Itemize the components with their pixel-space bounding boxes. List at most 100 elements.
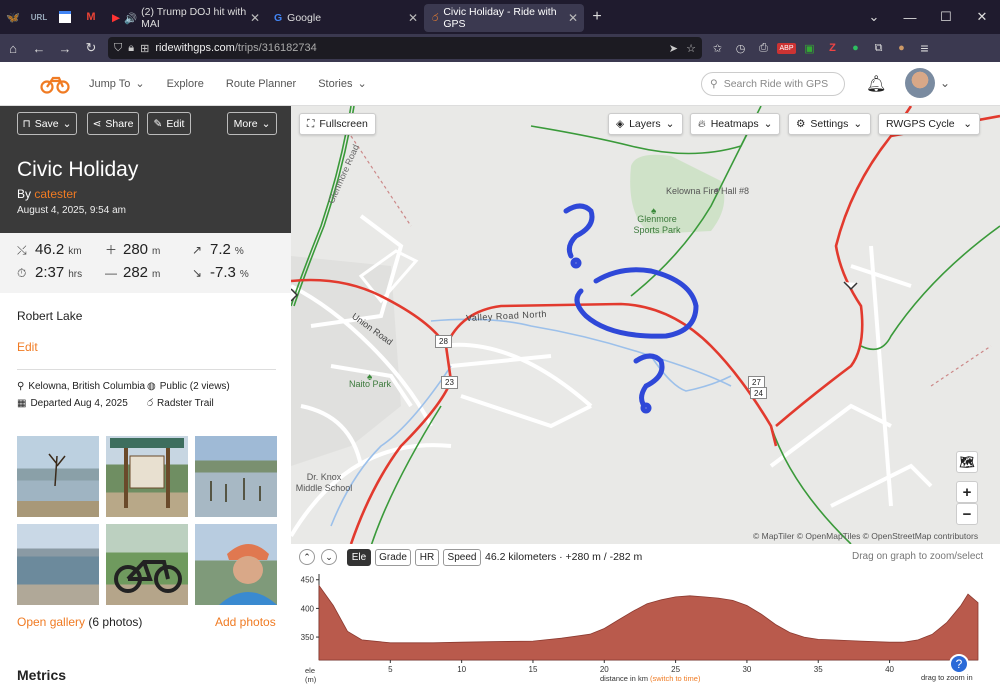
minimize-icon[interactable]: — — [892, 0, 928, 34]
gmail-icon[interactable]: M — [78, 0, 104, 34]
notification-bell-icon[interactable]: 🔔︎ — [866, 74, 886, 94]
stat-distance: ⤯ 46.2 km — [17, 241, 82, 258]
route-marker[interactable]: 24 — [750, 387, 767, 399]
account-chevron-down-icon[interactable]: ⌄ — [940, 76, 950, 90]
author-link[interactable]: catester — [34, 187, 77, 201]
new-tab-button[interactable]: + — [584, 3, 610, 31]
nav-route-planner[interactable]: Route Planner — [226, 78, 296, 90]
route-marker[interactable]: 23 — [441, 376, 458, 389]
share-button[interactable]: ⋖ Share — [87, 112, 139, 135]
save-button[interactable]: ⊓ Save ⌄ — [17, 112, 77, 135]
help-icon[interactable]: ? — [949, 654, 969, 674]
elevation-panel: ⌃ ⌄ Ele Grade HR Speed 46.2 kilometers ·… — [291, 544, 1000, 688]
tab-civic-holiday[interactable]: ර Civic Holiday - Ride with GPS ✕ — [424, 4, 584, 32]
tab-hr[interactable]: HR — [415, 549, 439, 566]
tab-google[interactable]: G Google ✕ — [266, 4, 424, 32]
x-tick-label: 20 — [600, 665, 609, 674]
bookmark-star-icon[interactable]: ☆ — [686, 42, 696, 55]
nav-jump-to[interactable]: Jump To ⌄ — [89, 77, 145, 91]
extension-z-icon[interactable]: Z — [821, 34, 844, 62]
elevation-summary: 46.2 kilometers · +280 m / -282 m — [485, 551, 643, 563]
elevation-area — [318, 584, 979, 661]
add-photos-link[interactable]: Add photos — [215, 615, 276, 629]
photo-thumbnail[interactable] — [195, 524, 277, 605]
switch-to-time-link[interactable]: (switch to time) — [650, 674, 700, 683]
photo-posts — [210, 478, 261, 502]
dashed-trail — [350, 135, 412, 227]
photo-thumbnail[interactable] — [106, 436, 188, 517]
edit-description-link[interactable]: Edit — [17, 340, 38, 354]
browser-nav-bar: ⌂ ← → ↻ ⛉ 🔒︎ ⊞ ridewithgps.com/trips/316… — [0, 34, 1000, 62]
url-icon[interactable]: URL — [26, 0, 52, 34]
expand-down-icon[interactable]: ⌄ — [321, 549, 337, 565]
heatmaps-button[interactable]: 🔥︎ Heatmaps ⌄ — [690, 113, 780, 135]
y-tick-label: 400 — [301, 604, 315, 613]
zoom-in-button[interactable]: + — [956, 481, 978, 503]
photo-thumbnail[interactable] — [17, 524, 99, 605]
route-map[interactable]: ♠ ♠ ● Glenmore Road Kelowna Fire Hall #8… — [291, 106, 1000, 544]
tab-ele[interactable]: Ele — [347, 549, 371, 566]
hand-annotation — [563, 203, 699, 414]
calendar-icon[interactable] — [52, 0, 78, 34]
forward-icon[interactable]: → — [52, 34, 78, 62]
open-gallery-link[interactable]: Open gallery — [17, 615, 85, 629]
page-info-icon: ⊞ — [140, 42, 150, 55]
home-icon[interactable]: ⌂ — [0, 34, 26, 62]
maximize-icon[interactable]: ☐ — [928, 0, 964, 34]
extensions-puzzle-icon[interactable]: ⧉ — [867, 34, 890, 62]
more-button[interactable]: More ⌄ — [227, 112, 277, 135]
close-window-icon[interactable]: ✕ — [964, 0, 1000, 34]
close-tab-icon[interactable]: ✕ — [408, 11, 418, 25]
collapse-up-icon[interactable]: ⌃ — [299, 549, 315, 565]
zoom-out-button[interactable]: − — [956, 503, 978, 525]
history-icon[interactable]: ◷ — [729, 34, 752, 62]
adblock-icon[interactable]: ABP — [775, 34, 798, 62]
map-canvas[interactable]: ♠ ♠ ● — [291, 106, 1000, 544]
youtube-icon: ▶ — [112, 12, 121, 24]
map-label-school: Dr. Knox Middle School — [295, 472, 353, 493]
route-marker[interactable]: 28 — [435, 335, 452, 348]
back-icon[interactable]: ← — [26, 34, 52, 62]
map-pin-icon: ⚲ — [17, 381, 25, 392]
avatar[interactable] — [905, 68, 935, 98]
close-tab-icon[interactable]: ✕ — [250, 11, 260, 25]
bookmark-icon: ⊓ — [22, 117, 31, 130]
rwgps-logo[interactable] — [40, 74, 70, 94]
photo-thumbnail[interactable] — [106, 524, 188, 605]
photo-thumbnail[interactable] — [195, 436, 277, 517]
print-icon[interactable]: ⎙ — [752, 34, 775, 62]
map-style-select[interactable]: RWGPS Cycle ⌄ — [878, 113, 980, 135]
evernote-icon[interactable]: ● — [844, 34, 867, 62]
tab-speed[interactable]: Speed — [443, 549, 481, 566]
reload-icon[interactable]: ↻ — [78, 34, 104, 62]
chevron-down-icon: ⌄ — [261, 117, 271, 130]
extension-green-icon[interactable]: ▣ — [798, 34, 821, 62]
edit-button[interactable]: ✎ Edit — [147, 112, 191, 135]
dashed-trail — [930, 345, 992, 387]
nav-explore[interactable]: Explore — [167, 78, 204, 90]
map-legend-icon[interactable]: 🗺︎ — [956, 451, 978, 473]
x-tick-label: 10 — [457, 665, 466, 674]
elevation-chart[interactable]: 450 400 350 5 10 15 20 25 30 35 40 — [291, 568, 1000, 688]
address-bar[interactable]: ⛉ 🔒︎ ⊞ ridewithgps.com/trips/316182734 ➤… — [108, 37, 702, 59]
nav-stories[interactable]: Stories ⌄ — [318, 77, 366, 91]
tab-list-chevron-icon[interactable]: ⌄ — [856, 0, 892, 34]
x-axis-label: distance in km (switch to time) — [600, 674, 701, 683]
globe-icon: ◍ — [147, 381, 156, 392]
send-icon[interactable]: ➤ — [669, 42, 678, 55]
tab-grade[interactable]: Grade — [375, 549, 411, 566]
lock-icon: 🔒︎ — [128, 41, 135, 54]
photo-thumbnail[interactable] — [17, 436, 99, 517]
layers-button[interactable]: ◈ Layers ⌄ — [608, 113, 683, 135]
photo-selfie — [219, 544, 277, 605]
bluesky-icon[interactable]: 🦋 — [0, 0, 26, 34]
zoom-hint-top: Drag on graph to zoom/select — [852, 551, 984, 562]
site-search-input[interactable]: ⚲ Search Ride with GPS — [701, 72, 845, 96]
settings-button[interactable]: ⚙ Settings ⌄ — [788, 113, 871, 135]
tab-trump-doj[interactable]: ▶ 🔊 (2) Trump DOJ hit with MAI ✕ — [104, 4, 266, 32]
profile-icon[interactable]: ● — [890, 34, 913, 62]
menu-icon[interactable]: ≡ — [913, 34, 936, 62]
pocket-icon[interactable]: ✩ — [706, 34, 729, 62]
fullscreen-button[interactable]: ⛶ Fullscreen — [299, 113, 376, 135]
close-tab-icon[interactable]: ✕ — [568, 11, 578, 25]
